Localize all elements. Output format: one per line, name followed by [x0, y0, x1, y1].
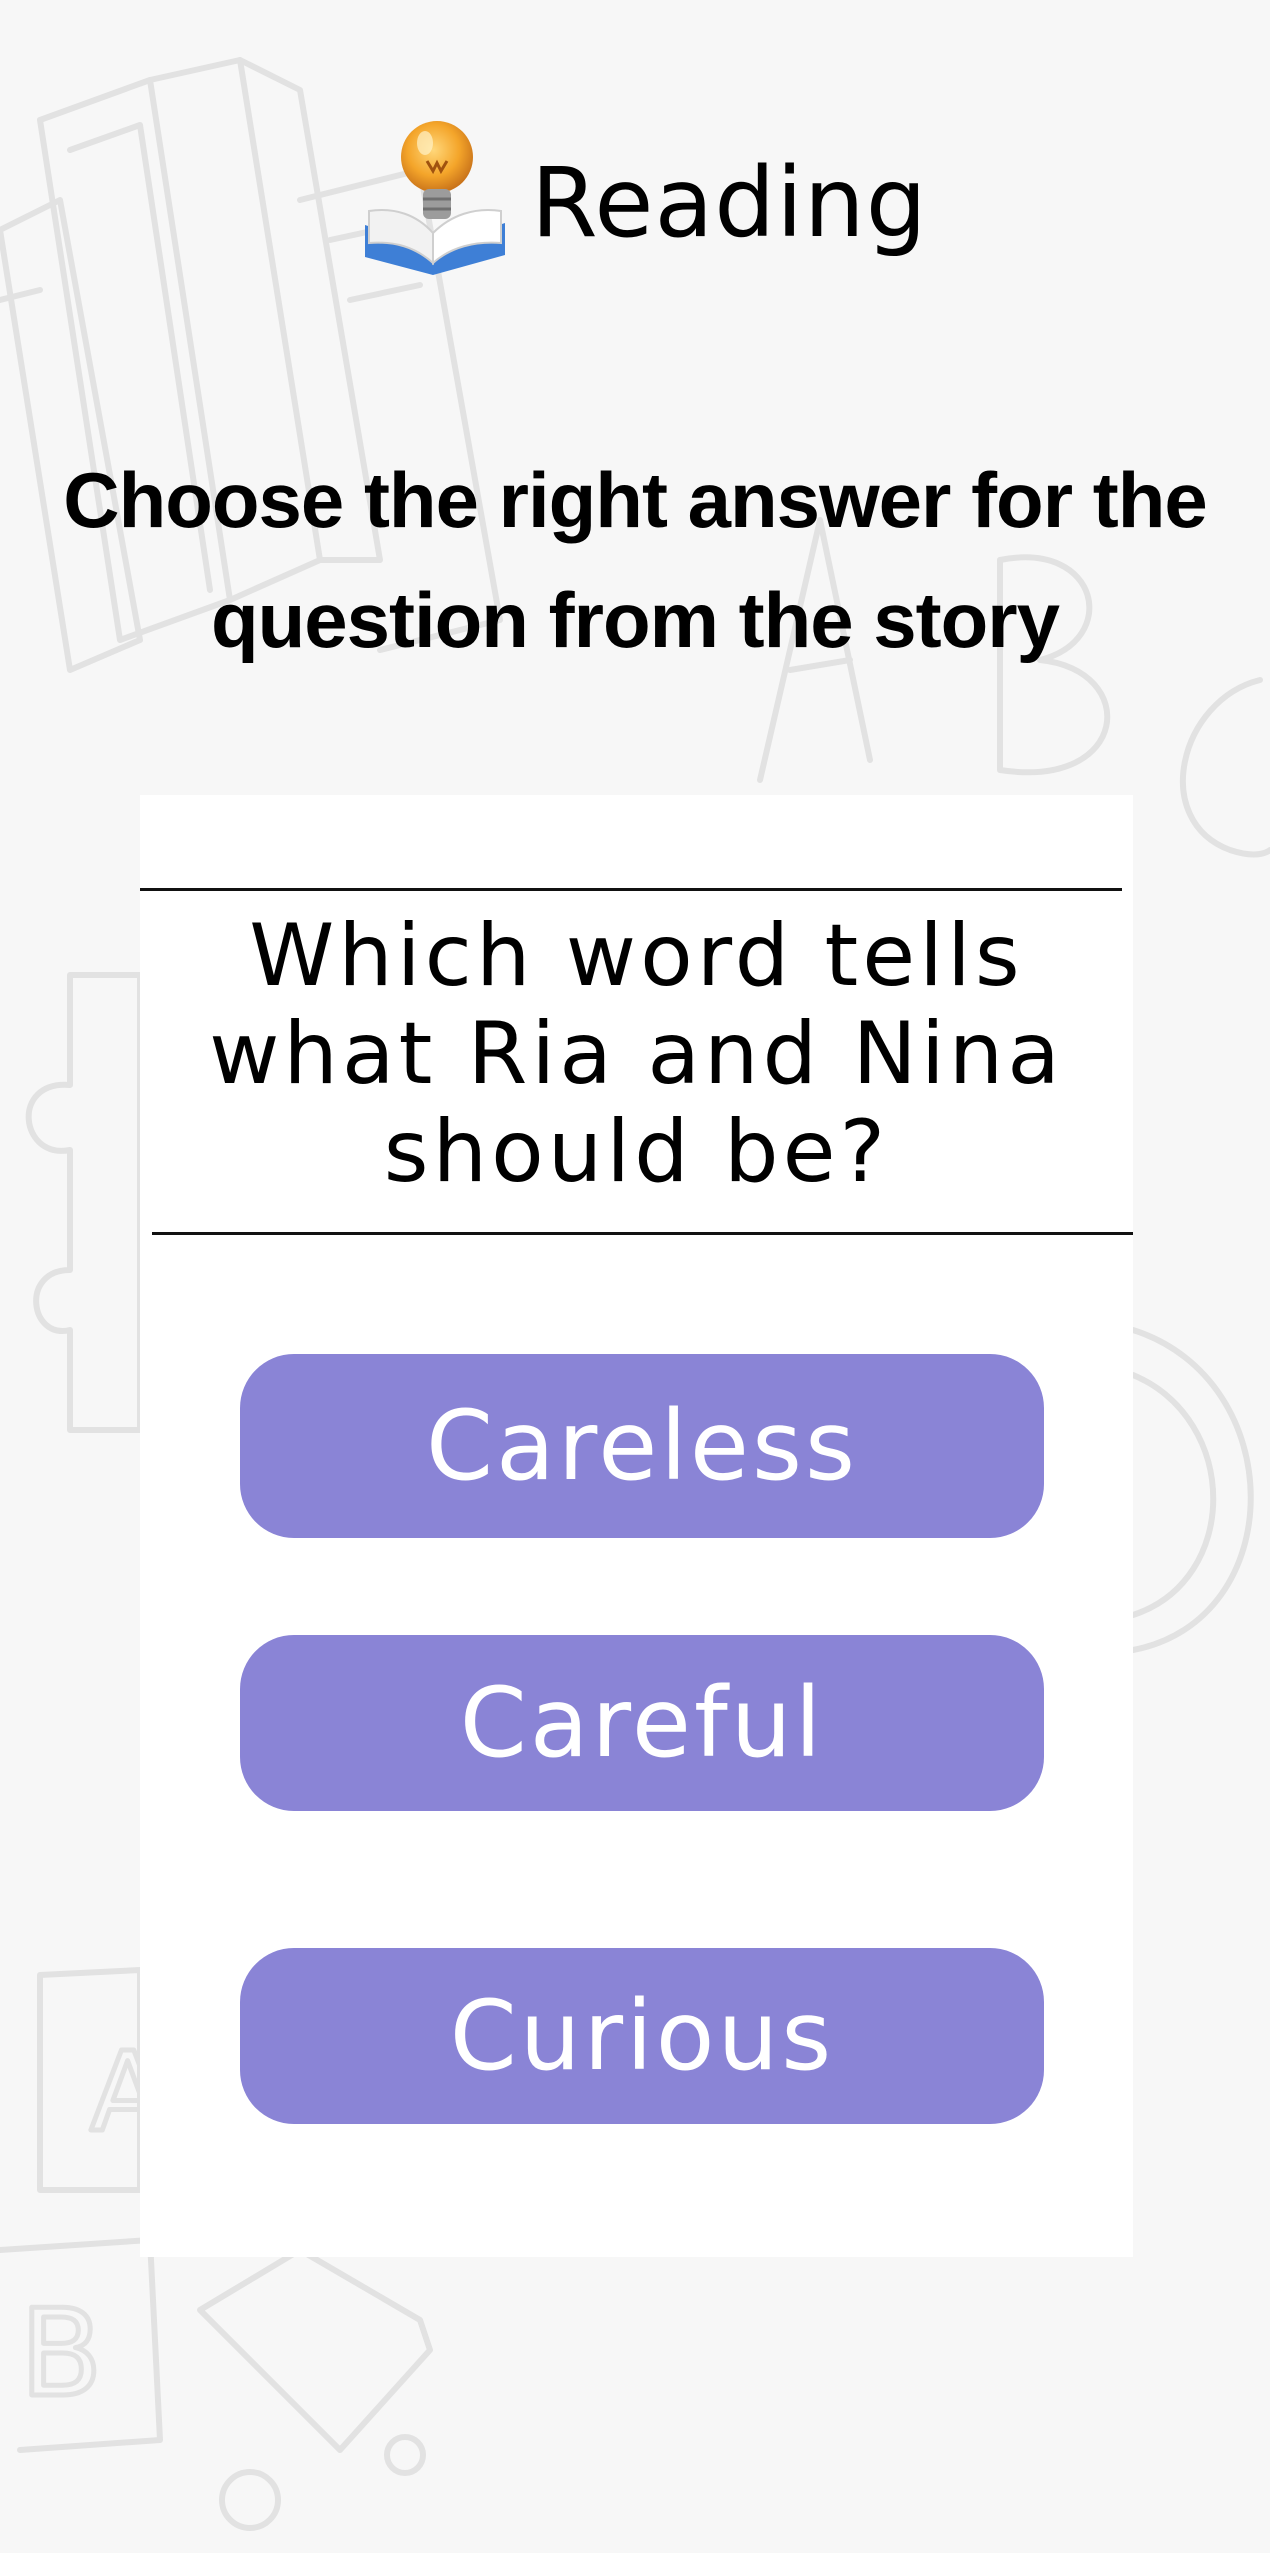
- book-lightbulb-icon: [365, 121, 505, 275]
- answer-button-careless[interactable]: Careless: [240, 1354, 1044, 1538]
- answer-label: Careless: [425, 1390, 859, 1502]
- answer-button-curious[interactable]: Curious: [240, 1948, 1044, 2124]
- letter-b-doodle: B: [20, 2285, 102, 2424]
- question-card: Which word tells what Ria and Nina shoul…: [140, 795, 1133, 2257]
- top-divider: [140, 888, 1122, 891]
- question-text: Which word tells what Ria and Nina shoul…: [209, 906, 1064, 1202]
- bottom-divider: [152, 1232, 1133, 1235]
- answer-button-careful[interactable]: Careful: [240, 1635, 1044, 1811]
- instruction-text: Choose the right answer for the question…: [63, 456, 1207, 664]
- answer-label: Careful: [459, 1667, 825, 1779]
- page-header: Reading: [355, 115, 927, 280]
- puzzle-doodle: [25, 972, 143, 1433]
- answer-label: Curious: [449, 1980, 835, 2092]
- circle-doodle: [1130, 1327, 1254, 1653]
- page-title: Reading: [531, 146, 928, 259]
